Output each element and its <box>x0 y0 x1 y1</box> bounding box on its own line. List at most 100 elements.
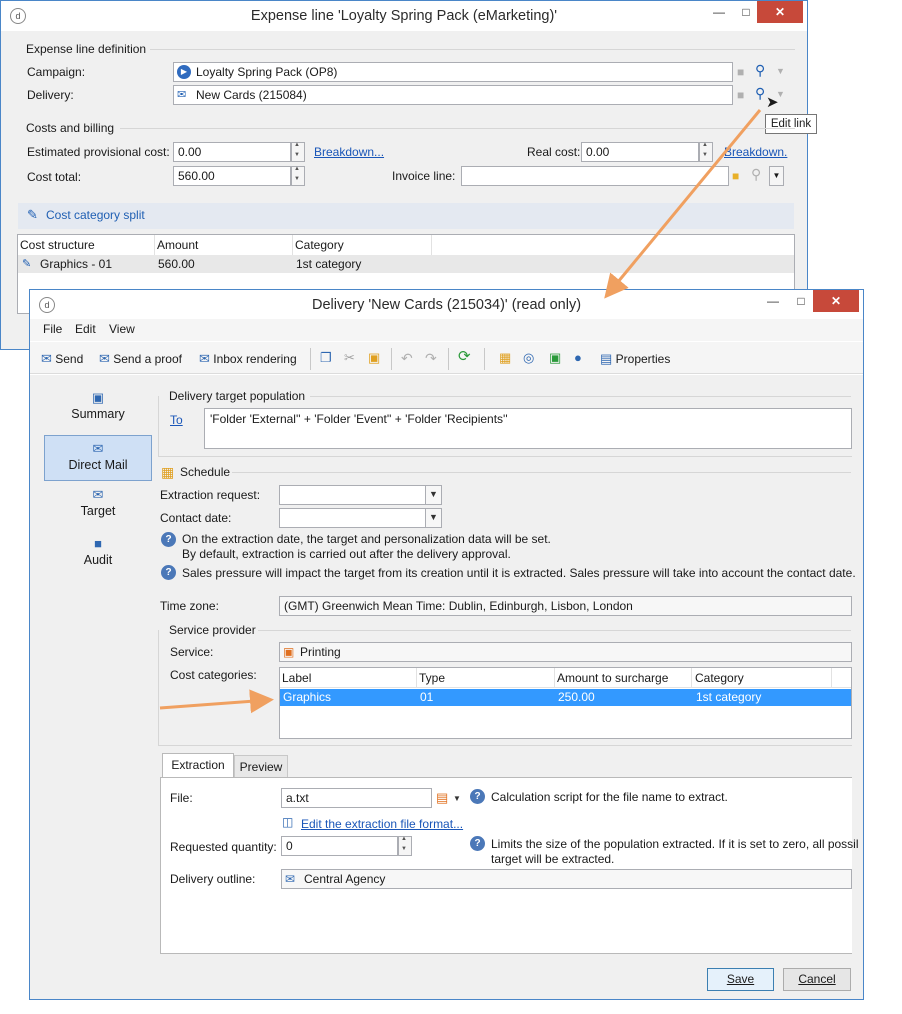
minimize-button[interactable]: — <box>704 1 734 23</box>
column-header[interactable]: Cost structure <box>20 238 95 252</box>
table-row[interactable]: ✎ Graphics - 01 560.00 1st category <box>18 255 794 273</box>
invoice-folder-icon[interactable]: ■ <box>732 169 739 183</box>
cost-total-label: Cost total: <box>27 170 82 184</box>
to-link[interactable]: To <box>170 413 183 427</box>
service-label: Service: <box>170 645 214 659</box>
column-header[interactable]: Amount <box>157 238 198 252</box>
target-add-icon[interactable]: ◎ <box>523 351 534 365</box>
nav-direct-mail-label: Direct Mail <box>68 458 128 472</box>
menu-file[interactable]: File <box>43 322 62 336</box>
edit-pencil-icon: ✎ <box>27 207 38 222</box>
nav-direct-mail[interactable]: ✉ Direct Mail <box>44 435 152 481</box>
properties-button[interactable]: ▤ Properties <box>600 350 670 368</box>
script-editor-icon[interactable]: ▤ <box>436 791 448 805</box>
paste-icon[interactable]: ▣ <box>368 351 380 365</box>
delivery-outline-field[interactable]: ✉ Central Agency <box>281 869 852 889</box>
send-button[interactable]: ✉ Send <box>41 350 83 368</box>
minimize-button[interactable]: — <box>758 290 788 312</box>
refresh-icon[interactable]: ⟳ <box>458 349 471 364</box>
invoice-dropdown-button[interactable]: ▼ <box>769 166 784 186</box>
nav-target[interactable]: ✉ Target <box>44 482 152 527</box>
invoice-search-icon[interactable]: ⚲ <box>751 167 761 181</box>
real-cost-label: Real cost: <box>527 145 581 159</box>
redo-icon[interactable]: ↷ <box>425 351 437 365</box>
save-button[interactable]: Save <box>707 968 774 991</box>
real-cost-input[interactable]: 0.00 <box>581 142 699 162</box>
table-cell: Graphics - 01 <box>40 257 113 271</box>
nav-target-label: Target <box>80 504 116 518</box>
column-header[interactable]: Label <box>282 671 311 685</box>
envelope-check-icon: ✉ <box>99 351 110 366</box>
service-field[interactable]: ▣ Printing <box>279 642 852 662</box>
campaign-dropdown-icon[interactable]: ▼ <box>776 64 785 78</box>
inbox-rendering-button[interactable]: ✉ Inbox rendering <box>199 350 297 368</box>
breakdown-link[interactable]: Breakdown... <box>314 145 384 159</box>
delivery-outline-label: Delivery outline: <box>170 872 256 886</box>
nav-audit[interactable]: ■ Audit <box>44 531 152 576</box>
requested-quantity-help-line2: target will be extracted. <box>491 852 615 866</box>
real-breakdown-link[interactable]: Breakdown. <box>724 145 787 159</box>
timezone-label: Time zone: <box>160 599 219 613</box>
requested-quantity-input[interactable]: 0 <box>281 836 398 856</box>
column-header[interactable]: Category <box>295 238 344 252</box>
cancel-button[interactable]: Cancel <box>783 968 851 991</box>
real-cost-spinner[interactable] <box>699 142 713 162</box>
nav-summary[interactable]: ▣ Summary <box>44 385 152 430</box>
chevron-down-icon[interactable]: ▼ <box>453 792 461 806</box>
undo-icon[interactable]: ↶ <box>401 351 413 365</box>
delivery-field[interactable]: ✉ New Cards (215084) <box>173 85 733 105</box>
table-row[interactable]: Graphics 01 250.00 1st category <box>280 689 851 706</box>
column-header[interactable]: Type <box>419 671 445 685</box>
menu-edit[interactable]: Edit <box>75 322 96 336</box>
delivery-folder-icon[interactable]: ■ <box>737 88 744 102</box>
timezone-field[interactable]: (GMT) Greenwich Mean Time: Dublin, Edinb… <box>279 596 852 616</box>
clipboard-icon: ▤ <box>600 351 613 366</box>
maximize-button[interactable]: □ <box>786 290 816 312</box>
campaign-search-icon[interactable]: ⚲ <box>755 63 765 77</box>
printer-icon: ▣ <box>283 645 295 659</box>
cost-total-spinner[interactable] <box>291 166 305 186</box>
info-extraction-line1: On the extraction date, the target and p… <box>182 532 551 546</box>
send-proof-button[interactable]: ✉ Send a proof <box>99 350 182 368</box>
expense-definition-divider <box>150 49 795 50</box>
column-header[interactable]: Amount to surcharge <box>557 671 668 685</box>
tab-preview[interactable]: Preview <box>234 755 288 777</box>
column-separator <box>831 668 832 688</box>
column-separator <box>416 668 417 688</box>
edit-extraction-format-link[interactable]: Edit the extraction file format... <box>301 817 463 831</box>
est-cost-input[interactable]: 0.00 <box>173 142 291 162</box>
campaign-field[interactable]: ▶ Loyalty Spring Pack (OP8) <box>173 62 733 82</box>
close-button[interactable]: ✕ <box>813 290 859 312</box>
cost-categories-label: Cost categories: <box>170 668 257 682</box>
table-cell: Graphics <box>283 690 332 704</box>
database-edit-icon: ◫ <box>282 815 294 829</box>
column-separator <box>691 668 692 688</box>
tab-extraction[interactable]: Extraction <box>162 753 234 777</box>
column-header[interactable]: Category <box>695 671 744 685</box>
extraction-request-select[interactable]: ▼ <box>279 485 442 505</box>
help-icon: ? <box>470 789 485 804</box>
gift-icon[interactable]: ▦ <box>499 351 511 365</box>
file-input[interactable]: a.txt <box>281 788 432 808</box>
campaign-folder-icon[interactable]: ■ <box>737 65 744 79</box>
close-button[interactable]: ✕ <box>757 1 803 23</box>
people-icon[interactable]: ● <box>574 351 582 365</box>
menu-view[interactable]: View <box>109 322 135 336</box>
requested-quantity-spinner[interactable] <box>398 836 412 856</box>
extraction-request-label: Extraction request: <box>160 488 261 502</box>
cut-icon[interactable]: ✂ <box>344 351 355 365</box>
column-separator <box>554 668 555 688</box>
est-cost-spinner[interactable] <box>291 142 305 162</box>
cost-total-input[interactable]: 560.00 <box>173 166 291 186</box>
cost-category-split-bar[interactable]: ✎ Cost category split <box>18 203 794 229</box>
invoice-line-input[interactable] <box>461 166 729 186</box>
toolbar-separator <box>448 348 449 370</box>
edit-link-tooltip: Edit link <box>765 114 817 134</box>
delivery-search-icon[interactable]: ⚲ <box>755 86 765 100</box>
calculator-icon[interactable]: ▣ <box>549 351 561 365</box>
campaign-play-icon: ▶ <box>177 65 191 79</box>
help-icon: ? <box>470 836 485 851</box>
column-separator <box>154 235 155 255</box>
contact-date-select[interactable]: ▼ <box>279 508 442 528</box>
copy-icon[interactable]: ❐ <box>320 351 332 365</box>
